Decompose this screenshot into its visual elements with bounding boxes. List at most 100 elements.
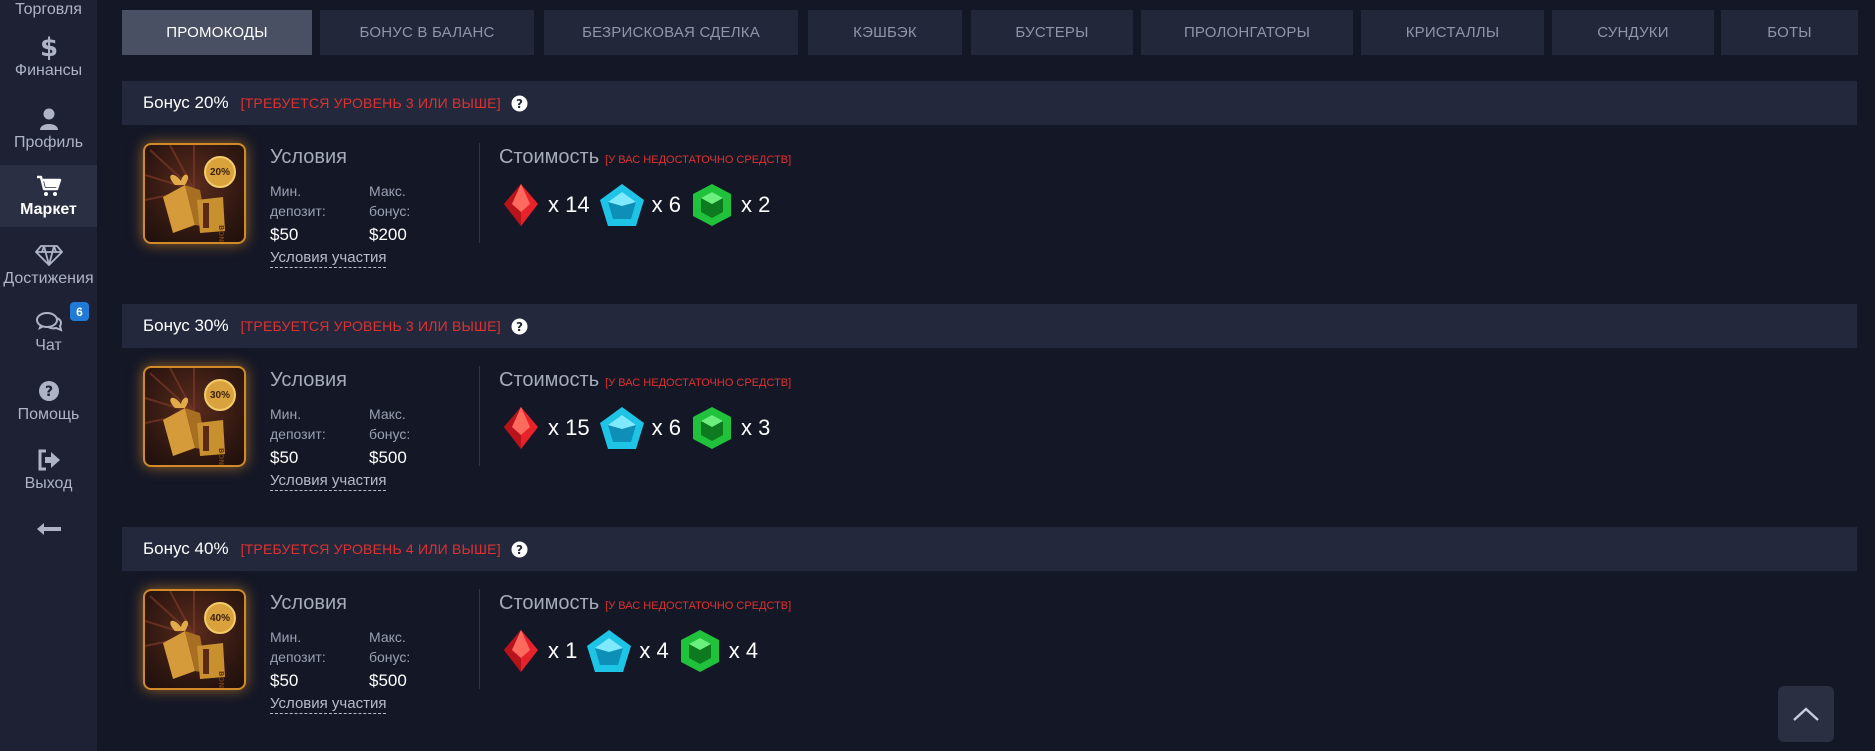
help-icon[interactable]: ? (511, 541, 528, 558)
gem-cost-green: x 2 (689, 182, 770, 228)
divider (479, 589, 480, 689)
question-icon: ? (38, 376, 60, 406)
sidebar-item-achievements[interactable]: Достижения (0, 240, 97, 296)
gem-cost-blue: x 6 (598, 405, 681, 451)
sidebar-item-label: Торговля (15, 1, 82, 18)
offer-level-requirement: [ТРЕБУЕТСЯ УРОВЕНЬ 4 ИЛИ ВЫШЕ] (240, 541, 501, 557)
min-deposit: Мин. депозит: $50 (270, 404, 340, 468)
gem-cost-list: x 15 x 6 x 3 (500, 404, 778, 452)
scroll-to-top-button[interactable] (1778, 686, 1834, 742)
participation-terms-link[interactable]: Условия участия (270, 472, 387, 491)
max-bonus-value: $200 (369, 225, 407, 244)
gem-quantity: x 14 (548, 192, 590, 217)
green-gem-icon (680, 630, 719, 672)
gift-icon: BONUS (145, 591, 236, 688)
dollar-icon: $ (39, 32, 59, 62)
max-bonus-label: Макс. бонус: (369, 183, 411, 219)
gem-quantity: x 4 (728, 638, 759, 663)
sidebar-item-finance[interactable]: $ Финансы (0, 32, 97, 90)
participation-terms-link[interactable]: Условия участия (270, 249, 387, 268)
offer-body: BONUS 30% Условия Мин. депозит: $50 Макс… (122, 348, 1857, 528)
svg-text:BONUS: BONUS (217, 225, 225, 242)
max-bonus: Макс. бонус: $500 (369, 404, 439, 468)
offer-header: Бонус 20% [ТРЕБУЕТСЯ УРОВЕНЬ 3 ИЛИ ВЫШЕ]… (122, 81, 1857, 125)
gem-cost-blue: x 4 (585, 628, 669, 674)
sidebar-item-market[interactable]: Маркет (0, 165, 97, 227)
conditions-title: Условия (270, 369, 348, 391)
max-bonus-label: Макс. бонус: (369, 406, 411, 442)
tab-promocodes[interactable]: ПРОМОКОДЫ (122, 10, 312, 55)
help-icon[interactable]: ? (511, 95, 528, 112)
tab-riskless-trade[interactable]: БЕЗРИСКОВАЯ СДЕЛКА (544, 10, 798, 55)
tab-chests[interactable]: СУНДУКИ (1552, 10, 1714, 55)
blue-gem-icon (587, 630, 632, 672)
red-gem-icon (504, 630, 538, 672)
svg-text:BONUS: BONUS (217, 448, 225, 465)
svg-text:?: ? (516, 543, 523, 557)
min-deposit-label: Мин. депозит: (270, 183, 326, 219)
offer-title: Бонус 20% (143, 93, 229, 112)
offer-body: BONUS 40% Условия Мин. депозит: $50 Макс… (122, 571, 1857, 746)
gem-quantity: x 4 (639, 638, 669, 663)
app-root: Торговля $ Финансы Профиль Маркет Достиж… (0, 0, 1875, 751)
offer-header: Бонус 40% [ТРЕБУЕТСЯ УРОВЕНЬ 4 ИЛИ ВЫШЕ]… (122, 527, 1857, 571)
max-bonus: Макс. бонус: $500 (369, 627, 439, 691)
svg-text:?: ? (516, 320, 523, 334)
offer-title: Бонус 30% (143, 316, 229, 335)
offer-card: Бонус 40% [ТРЕБУЕТСЯ УРОВЕНЬ 4 ИЛИ ВЫШЕ]… (122, 527, 1857, 746)
conditions-title: Условия (270, 592, 348, 614)
chat-unread-badge: 6 (70, 302, 89, 321)
sidebar-item-trading[interactable]: Торговля (0, 0, 97, 28)
participation-terms-link[interactable]: Условия участия (270, 695, 387, 714)
arrow-left-icon (36, 516, 62, 542)
sidebar-item-profile[interactable]: Профиль (0, 104, 97, 160)
cost-title-text: Стоимость (499, 369, 600, 391)
gem-quantity: x 2 (740, 192, 771, 217)
min-deposit-value: $50 (270, 225, 299, 244)
sidebar-item-label: Чат (35, 337, 62, 354)
cart-icon (36, 171, 62, 201)
svg-text:$: $ (39, 33, 57, 61)
bonus-gift-image: BONUS 20% (143, 143, 246, 244)
offer-body: BONUS 20% Условия Мин. депозит: $50 Макс… (122, 125, 1857, 305)
gem-quantity: x 6 (651, 192, 681, 217)
gift-icon: BONUS (145, 145, 236, 242)
tab-bots[interactable]: БОТЫ (1721, 10, 1858, 55)
chevron-up-icon (1793, 707, 1819, 721)
gem-cost-list: x 14 x 6 x 2 (500, 181, 778, 229)
tab-prolongers[interactable]: ПРОЛОНГАТОРЫ (1141, 10, 1353, 55)
sidebar-item-logout[interactable]: Выход (0, 445, 97, 501)
offer-header: Бонус 30% [ТРЕБУЕТСЯ УРОВЕНЬ 3 ИЛИ ВЫШЕ]… (122, 304, 1857, 348)
sidebar-item-label: Достижения (3, 270, 94, 287)
help-icon[interactable]: ? (511, 318, 528, 335)
offer-card: Бонус 30% [ТРЕБУЕТСЯ УРОВЕНЬ 3 ИЛИ ВЫШЕ]… (122, 304, 1857, 528)
sidebar-collapse-button[interactable] (0, 516, 97, 542)
svg-text:BONUS: BONUS (217, 671, 225, 688)
max-bonus-label: Макс. бонус: (369, 629, 411, 665)
divider (479, 366, 480, 466)
min-deposit-value: $50 (270, 671, 299, 690)
gem-cost-blue: x 6 (598, 182, 681, 228)
diamond-icon (34, 240, 63, 270)
tab-balance-bonus[interactable]: БОНУС В БАЛАНС (320, 10, 534, 55)
gem-quantity: x 1 (548, 638, 578, 663)
gem-cost-green: x 3 (689, 405, 770, 451)
tab-cashback[interactable]: КЭШБЭК (808, 10, 962, 55)
tab-boosters[interactable]: БУСТЕРЫ (971, 10, 1133, 55)
min-deposit: Мин. депозит: $50 (270, 627, 340, 691)
cost-title-text: Стоимость (499, 146, 600, 168)
red-gem-icon (504, 407, 538, 449)
red-gem-icon (504, 184, 538, 226)
green-gem-icon (692, 184, 731, 226)
offer-level-requirement: [ТРЕБУЕТСЯ УРОВЕНЬ 3 ИЛИ ВЫШЕ] (240, 95, 501, 111)
gem-cost-list: x 1 x 4 x 4 (500, 627, 766, 675)
gem-cost-red: x 15 (500, 405, 590, 451)
sidebar-item-help[interactable]: ? Помощь (0, 376, 97, 432)
bonus-percent-label: 40% (209, 613, 230, 624)
sidebar-item-label: Выход (24, 475, 73, 492)
green-gem-icon (692, 407, 731, 449)
min-deposit-label: Мин. депозит: (270, 406, 326, 442)
tab-crystals[interactable]: КРИСТАЛЛЫ (1361, 10, 1544, 55)
gift-icon: BONUS (145, 368, 236, 465)
bonus-gift-image: BONUS 30% (143, 366, 246, 467)
